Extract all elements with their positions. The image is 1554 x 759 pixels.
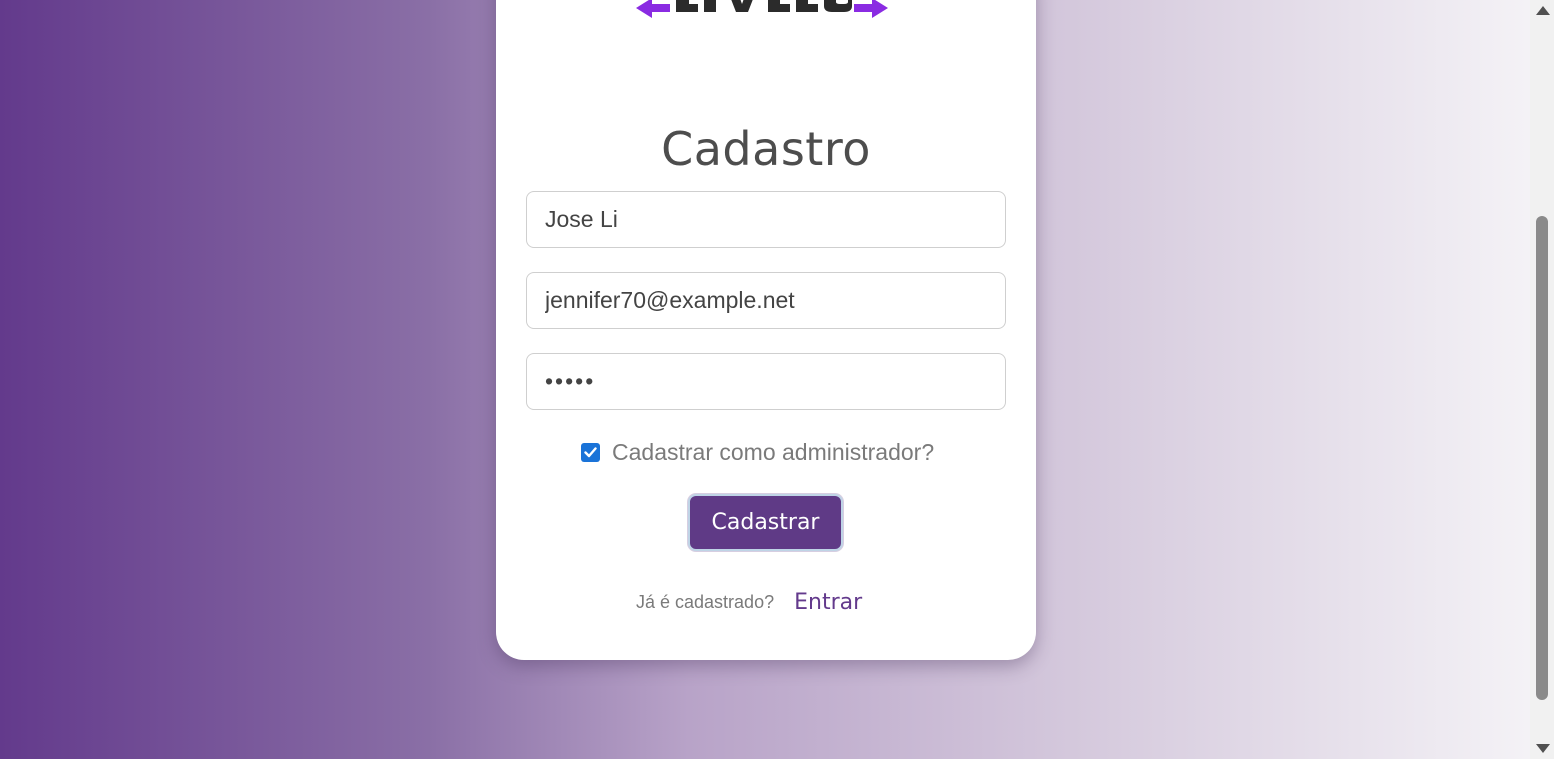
login-link[interactable]: Entrar bbox=[794, 590, 862, 615]
signup-button[interactable]: Cadastrar bbox=[688, 494, 843, 551]
signup-card bbox=[496, 0, 1036, 660]
brand-logo bbox=[632, 0, 892, 24]
scroll-down-arrow-icon[interactable] bbox=[1536, 744, 1550, 753]
email-input[interactable] bbox=[526, 272, 1006, 329]
name-input[interactable] bbox=[526, 191, 1006, 248]
scroll-up-arrow-icon[interactable] bbox=[1536, 6, 1550, 15]
check-icon bbox=[584, 446, 597, 457]
admin-checkbox[interactable] bbox=[581, 442, 600, 462]
scrollbar-thumb[interactable] bbox=[1536, 216, 1548, 700]
vertical-scrollbar[interactable] bbox=[1530, 0, 1554, 759]
admin-checkbox-label: Cadastrar como administrador? bbox=[612, 438, 935, 465]
login-prompt: Já é cadastrado? Entrar bbox=[636, 584, 862, 620]
password-input[interactable] bbox=[526, 353, 1006, 410]
login-question: Já é cadastrado? bbox=[636, 591, 775, 612]
page-title: Cadastro bbox=[661, 122, 871, 176]
admin-checkbox-row: Cadastrar como administrador? bbox=[581, 436, 934, 468]
